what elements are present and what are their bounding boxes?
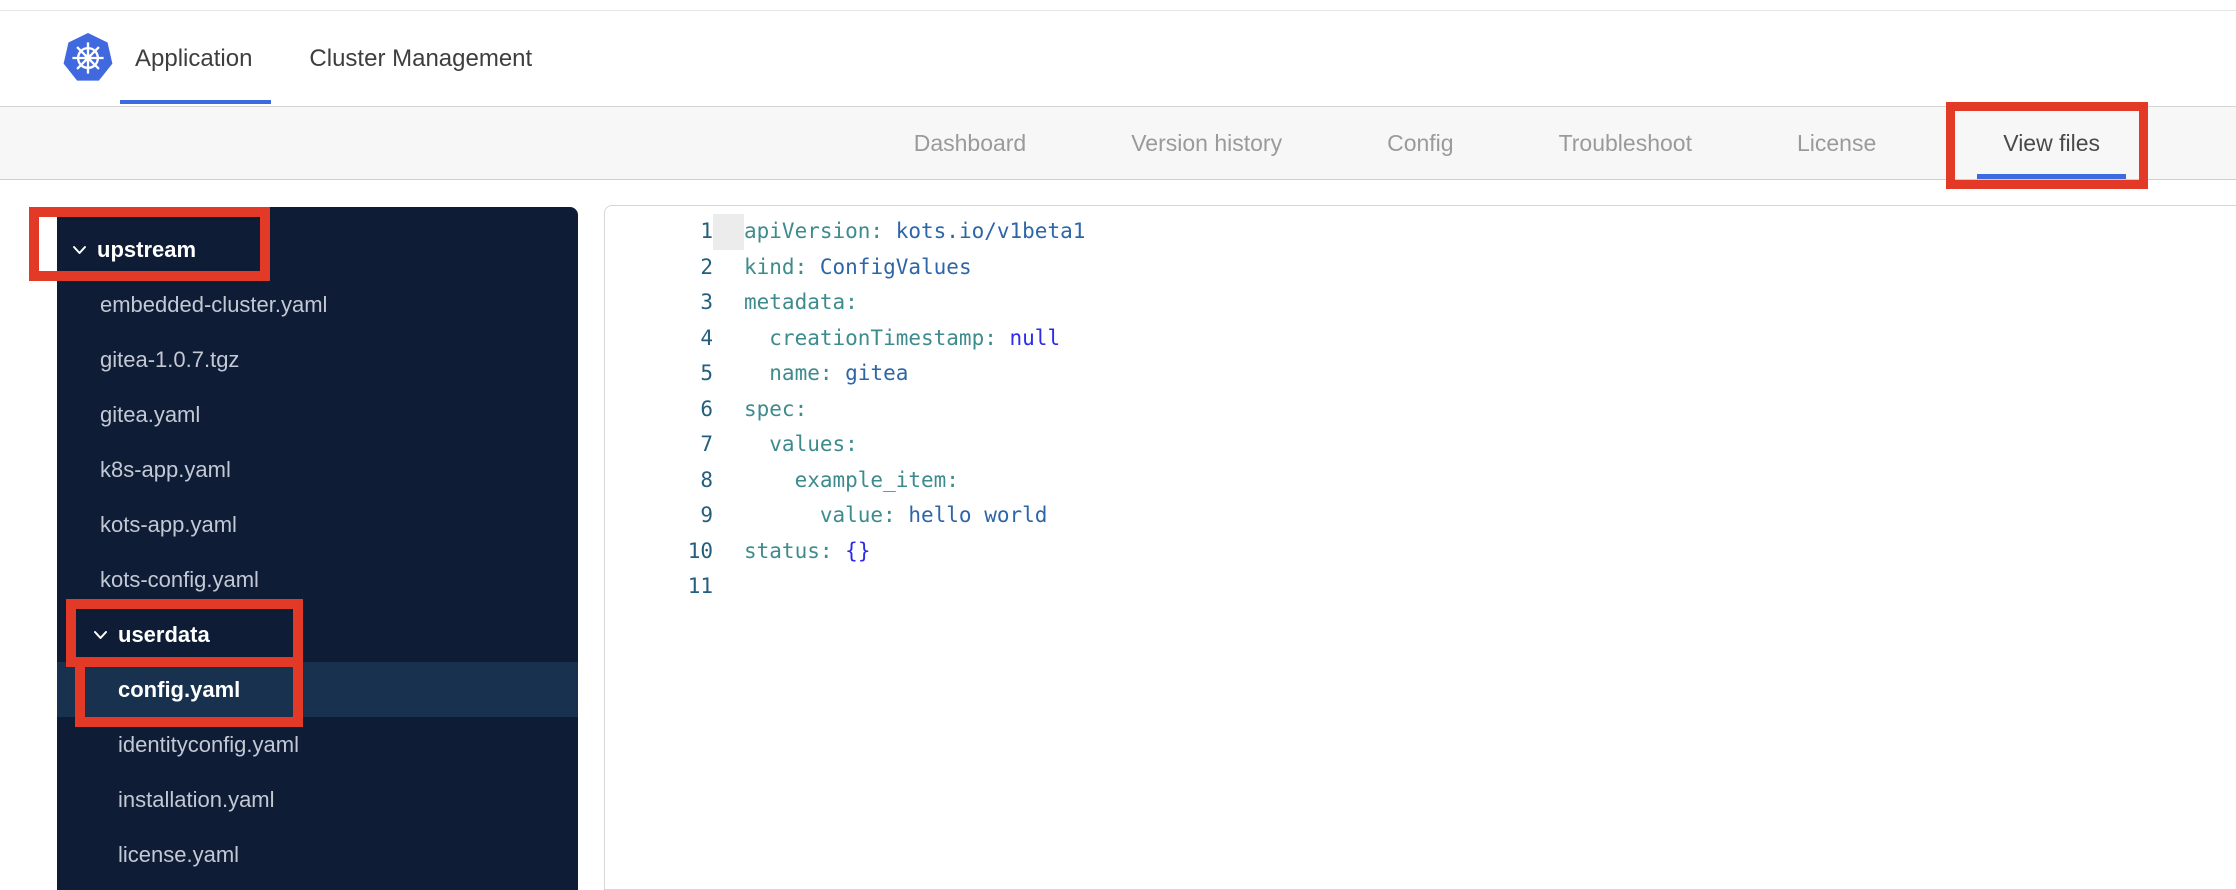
tree-item-embedded-cluster.yaml[interactable]: embedded-cluster.yaml bbox=[57, 277, 578, 332]
yaml-file-viewer[interactable]: 1 apiVersion: kots.io/v1beta1 2 kind: Confi… bbox=[604, 205, 2236, 890]
token-key: metadata: bbox=[744, 290, 858, 314]
tree-item-label: userdata bbox=[118, 621, 210, 647]
token-str: hello world bbox=[908, 503, 1048, 527]
token-key: creationTimestamp: bbox=[769, 325, 997, 350]
code-text: status: {} bbox=[744, 534, 2236, 570]
tree-item-label: kots-config.yaml bbox=[100, 566, 259, 592]
token-key: status: bbox=[744, 538, 833, 563]
tree-item-label: upstream bbox=[97, 236, 197, 262]
code-line[interactable]: 9 value: hello world bbox=[605, 498, 2236, 534]
code-line[interactable]: 3 metadata: bbox=[605, 285, 2236, 321]
tree-item-identityconfig.yaml[interactable]: identityconfig.yaml bbox=[57, 717, 578, 772]
chevron-down-icon bbox=[72, 245, 87, 255]
nav-tab-config[interactable]: Config bbox=[1383, 107, 1457, 179]
code-line[interactable]: 6 spec: bbox=[605, 392, 2236, 428]
code-line[interactable]: 8 example_item: bbox=[605, 463, 2236, 499]
line-number: 11 bbox=[687, 574, 713, 598]
token-key: example_item: bbox=[794, 467, 959, 492]
token-key: kind: bbox=[744, 254, 808, 279]
code-line[interactable]: 1 apiVersion: kots.io/v1beta1 bbox=[605, 214, 2236, 250]
code-text: apiVersion: kots.io/v1beta1 bbox=[744, 214, 2236, 250]
code-text: value: hello world bbox=[744, 498, 2236, 534]
code-text: metadata: bbox=[744, 285, 2236, 321]
code-line[interactable]: 11 bbox=[605, 569, 2236, 605]
code-line[interactable]: 7 values: bbox=[605, 427, 2236, 463]
token-str: ConfigValues bbox=[819, 254, 972, 279]
line-number: 1 bbox=[605, 214, 744, 250]
tree-item-kots-config.yaml[interactable]: kots-config.yaml bbox=[57, 552, 578, 607]
code-line[interactable]: 5 name: gitea bbox=[605, 356, 2236, 392]
tree-item-label: k8s-app.yaml bbox=[100, 456, 231, 482]
tree-item-kots-app.yaml[interactable]: kots-app.yaml bbox=[57, 497, 578, 552]
code-text: spec: bbox=[744, 392, 2236, 428]
tree-item-gitea-1.0.7.tgz[interactable]: gitea-1.0.7.tgz bbox=[57, 332, 578, 387]
line-number: 7 bbox=[700, 432, 713, 456]
code-text: name: gitea bbox=[744, 356, 2236, 392]
tree-item-k8s-app.yaml[interactable]: k8s-app.yaml bbox=[57, 442, 578, 497]
line-number: 2 bbox=[700, 254, 713, 279]
tree-item-label: kots-app.yaml bbox=[100, 511, 237, 537]
code-text: example_item: bbox=[744, 463, 2236, 499]
tab-application[interactable]: Application bbox=[119, 11, 272, 106]
nav-tab-license[interactable]: License bbox=[1793, 107, 1880, 179]
token-const: null bbox=[1009, 325, 1061, 350]
tree-item-label: license.yaml bbox=[118, 841, 240, 867]
tree-item-label: identityconfig.yaml bbox=[118, 731, 299, 757]
token-key: name: bbox=[769, 361, 833, 385]
line-number: 6 bbox=[700, 396, 713, 421]
tab-cluster-management[interactable]: Cluster Management bbox=[304, 11, 537, 106]
code-text: creationTimestamp: null bbox=[744, 321, 2236, 357]
tree-item-label: installation.yaml bbox=[118, 786, 275, 812]
nav-tab-troubleshoot[interactable]: Troubleshoot bbox=[1555, 107, 1696, 179]
tree-item-gitea.yaml[interactable]: gitea.yaml bbox=[57, 387, 578, 442]
code-line[interactable]: 2 kind: ConfigValues bbox=[605, 250, 2236, 286]
token-const: {} bbox=[845, 538, 871, 563]
token-key: value: bbox=[819, 503, 896, 527]
file-tree-sidebar: upstream embedded-cluster.yaml gitea-1.0.7… bbox=[57, 207, 578, 890]
tree-item-upstream[interactable]: upstream bbox=[57, 222, 578, 277]
app-header: Application Cluster Management bbox=[0, 11, 2236, 106]
line-number: 9 bbox=[700, 503, 713, 527]
token-key: values: bbox=[769, 432, 858, 456]
code-text: values: bbox=[744, 427, 2236, 463]
code-line[interactable]: 10 status: {} bbox=[605, 534, 2236, 570]
code-line[interactable]: 4 creationTimestamp: null bbox=[605, 321, 2236, 357]
nav-tab-view-files[interactable]: View files bbox=[1977, 107, 2126, 179]
primary-tabs: Application Cluster Management bbox=[119, 11, 537, 106]
tree-item-userdata[interactable]: userdata bbox=[57, 607, 578, 662]
tree-item-installation.yaml[interactable]: installation.yaml bbox=[57, 772, 578, 827]
kubernetes-logo-icon bbox=[62, 30, 114, 86]
line-number: 4 bbox=[700, 325, 713, 350]
token-str: gitea bbox=[845, 361, 909, 385]
nav-tab-dashboard[interactable]: Dashboard bbox=[910, 107, 1031, 179]
line-number: 10 bbox=[687, 538, 713, 563]
nav-tab-version-history[interactable]: Version history bbox=[1127, 107, 1286, 179]
token-key: apiVersion: bbox=[744, 219, 884, 243]
tree-item-label: gitea-1.0.7.tgz bbox=[100, 346, 240, 372]
line-number: 5 bbox=[700, 361, 713, 385]
token-str: kots.io/v1beta1 bbox=[895, 219, 1086, 243]
kots-admin-console: Application Cluster Management Dashboard… bbox=[0, 0, 2236, 890]
tree-item-license.yaml[interactable]: license.yaml bbox=[57, 827, 578, 882]
tree-item-label: config.yaml bbox=[118, 676, 241, 702]
token-key: spec: bbox=[744, 396, 808, 421]
app-nav-tabs: Dashboard Version history Config Troublesho… bbox=[0, 106, 2236, 180]
line-number: 8 bbox=[700, 467, 713, 492]
code-text: kind: ConfigValues bbox=[744, 250, 2236, 286]
tree-item-config.yaml[interactable]: config.yaml bbox=[57, 662, 578, 717]
tree-item-label: embedded-cluster.yaml bbox=[100, 291, 328, 317]
chevron-down-icon bbox=[93, 630, 108, 640]
tree-item-label: gitea.yaml bbox=[100, 401, 201, 427]
line-number: 3 bbox=[700, 290, 713, 314]
